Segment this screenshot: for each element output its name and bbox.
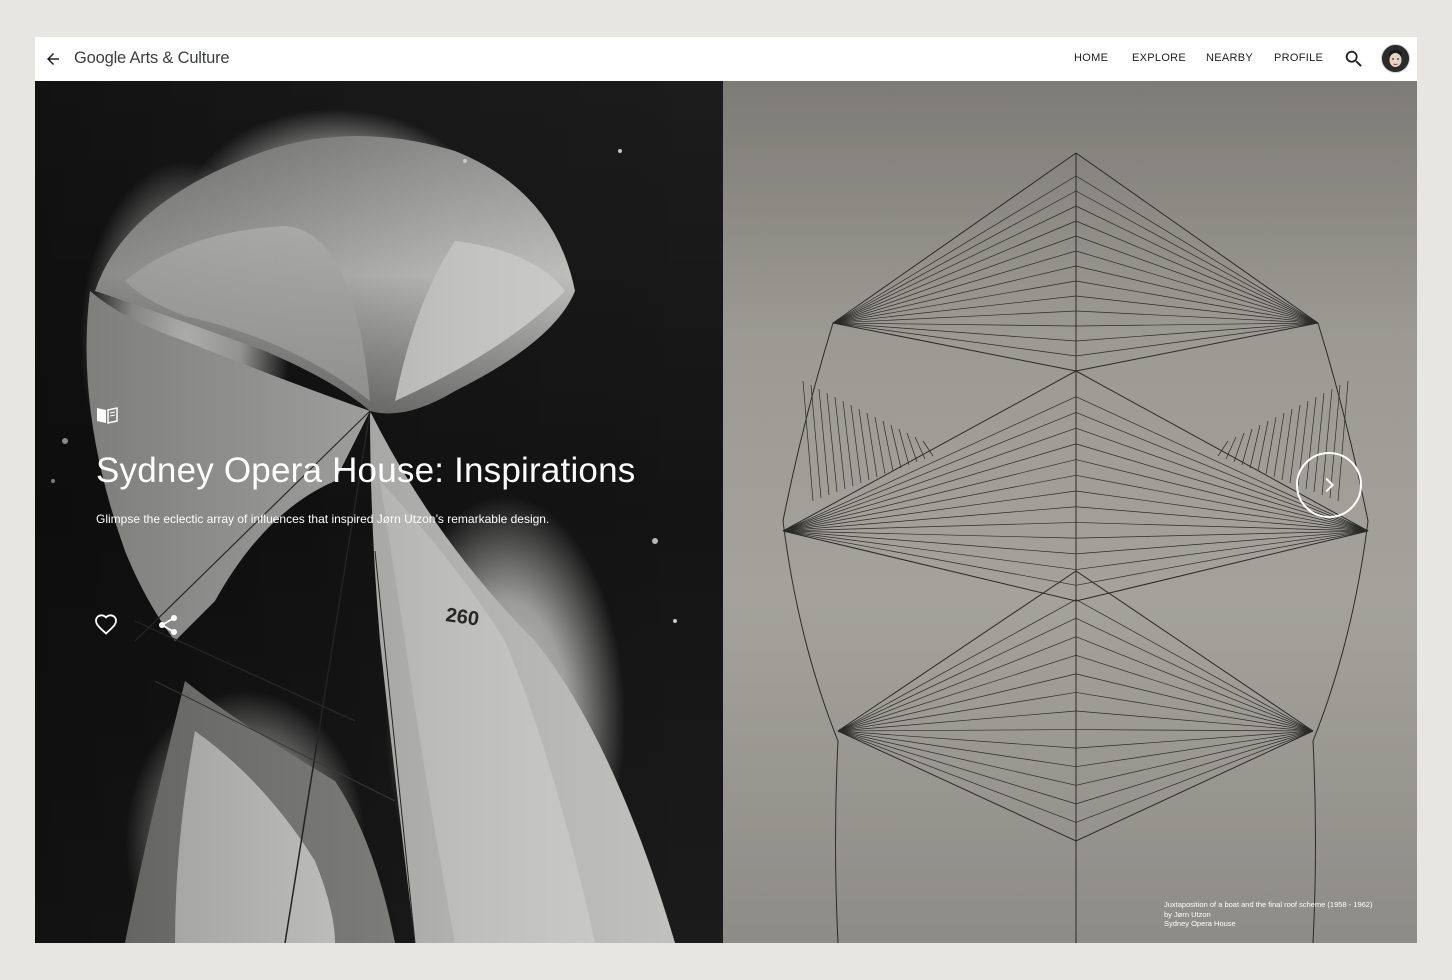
browser-window: Google Arts & Culture HOME EXPLORE NEARB… bbox=[35, 37, 1417, 943]
heart-icon bbox=[95, 614, 117, 635]
story-book-icon bbox=[97, 407, 118, 424]
share-button[interactable] bbox=[156, 613, 180, 637]
nav-explore[interactable]: EXPLORE bbox=[1132, 52, 1186, 64]
google-arts-culture-logo[interactable]: Google Arts & Culture bbox=[74, 49, 230, 68]
like-button[interactable] bbox=[94, 613, 118, 637]
back-button[interactable] bbox=[40, 46, 66, 72]
search-button[interactable] bbox=[1343, 48, 1365, 70]
caption-title: Juxtaposition of a boat and the final ro… bbox=[1164, 900, 1373, 909]
chevron-right-icon bbox=[1325, 477, 1335, 493]
arrow-back-icon bbox=[47, 53, 59, 65]
next-slide-button[interactable] bbox=[1296, 452, 1362, 518]
profile-avatar[interactable] bbox=[1381, 44, 1410, 73]
story-subtitle: Glimpse the eclectic array of influences… bbox=[96, 512, 550, 526]
nav-home[interactable]: HOME bbox=[1074, 52, 1108, 64]
logo-arts-culture-text: Arts & Culture bbox=[129, 49, 230, 67]
hero-section: 260 bbox=[35, 81, 1417, 943]
nav-profile[interactable]: PROFILE bbox=[1274, 52, 1323, 64]
search-icon bbox=[1345, 50, 1362, 67]
caption-author: by Jørn Utzon bbox=[1164, 909, 1211, 919]
share-icon bbox=[159, 615, 177, 635]
story-title: Sydney Opera House: Inspirations bbox=[96, 451, 636, 490]
nav-nearby[interactable]: NEARBY bbox=[1206, 52, 1253, 64]
image-caption: Juxtaposition of a boat and the final ro… bbox=[1164, 900, 1372, 929]
top-bar: Google Arts & Culture HOME EXPLORE NEARB… bbox=[35, 37, 1417, 81]
logo-google-text: Google bbox=[74, 49, 127, 67]
caption-source[interactable]: Sydney Opera House bbox=[1164, 919, 1372, 929]
avatar-image bbox=[1382, 45, 1409, 72]
